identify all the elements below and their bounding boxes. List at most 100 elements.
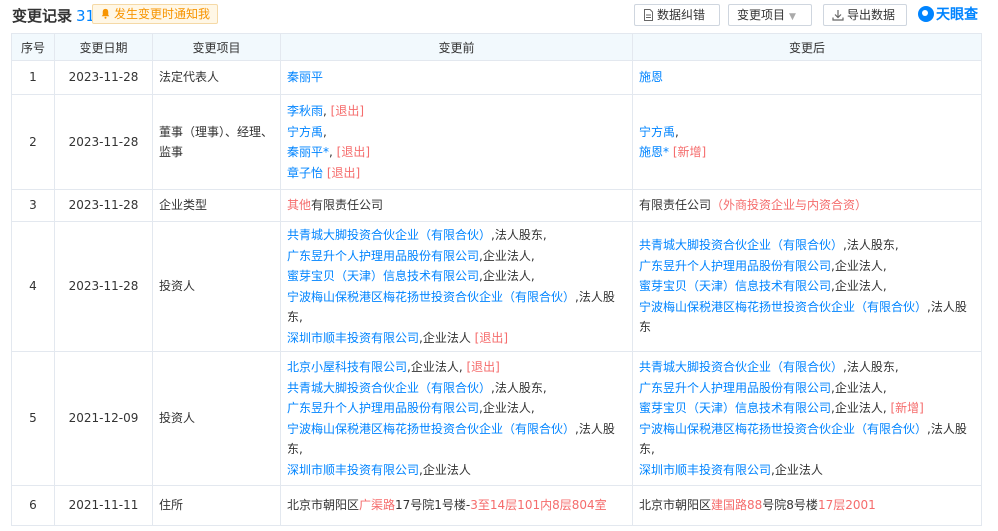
change-text: ,企业法人 <box>419 462 471 477</box>
entity-link[interactable]: 施恩 <box>639 70 663 84</box>
cell-after: 北京市朝阳区建国路88号院8号楼17层2001 <box>632 485 982 526</box>
status-tag: [退出] <box>326 165 361 180</box>
entity-link[interactable]: 共青城大脚投资合伙企业（有限合伙） <box>639 360 843 374</box>
entity-link[interactable]: 蜜芽宝贝（天津）信息技术有限公司 <box>639 401 831 415</box>
entity-link[interactable]: 蜜芽宝贝（天津）信息技术有限公司 <box>639 279 831 293</box>
entity-link[interactable]: 施恩* <box>639 145 669 159</box>
export-data-label: 导出数据 <box>847 8 896 22</box>
change-items-dropdown[interactable]: 变更项目 ▼ <box>728 4 812 26</box>
change-line: 宁方禹, <box>639 122 975 143</box>
change-text: , <box>329 145 337 159</box>
status-tag: [退出] <box>466 360 500 374</box>
entity-link[interactable]: 深圳市顺丰投资有限公司 <box>287 463 419 477</box>
change-line: 李秋雨, [退出] <box>287 101 626 122</box>
logo-text: 天眼查 <box>936 7 978 23</box>
cell-after: 宁方禹, 施恩* [新增] <box>632 94 982 190</box>
status-tag: [新增] <box>672 145 707 159</box>
change-line: 宁方禹, <box>287 122 626 143</box>
change-text: , <box>323 124 327 139</box>
table-body: 1 2023-11-28 法定代表人 秦丽平 施恩 2 2023-11-28 董事（理事）、经… <box>11 60 982 526</box>
change-text: 号院8号楼 <box>762 498 818 513</box>
table-header-row: 序号 变更日期 变更项目 变更前 变更后 <box>11 33 982 61</box>
data-correction-button[interactable]: 数据纠错 <box>634 4 720 26</box>
table-row: 3 2023-11-28 企业类型 其他有限责任公司 有限责任公司（外商投资企业与内资合… <box>11 189 982 222</box>
entity-link[interactable]: 秦丽平 <box>287 70 323 84</box>
cell-no: 3 <box>11 189 55 222</box>
change-text: ,法人股东, <box>843 360 899 374</box>
entity-link[interactable]: 广东昱升个人护理用品股份有限公司 <box>639 259 831 273</box>
cell-no: 2 <box>11 94 55 190</box>
entity-link[interactable]: 李秋雨 <box>287 104 323 118</box>
entity-link[interactable]: 共青城大脚投资合伙企业（有限合伙） <box>287 228 491 242</box>
change-line: 共青城大脚投资合伙企业（有限合伙）,法人股东, <box>639 357 975 378</box>
entity-link[interactable]: 广东昱升个人护理用品股份有限公司 <box>639 381 831 395</box>
entity-link[interactable]: 共青城大脚投资合伙企业（有限合伙） <box>287 381 491 395</box>
change-line: 北京小屋科技有限公司,企业法人, [退出] <box>287 357 626 378</box>
status-tag: [退出] <box>330 104 365 118</box>
change-text: 17号院1号楼- <box>395 498 471 513</box>
entity-link[interactable]: 宁波梅山保税港区梅花扬世投资合伙企业（有限合伙） <box>639 422 927 436</box>
change-line: 广东昱升个人护理用品股份有限公司,企业法人, <box>639 256 975 277</box>
document-icon <box>644 9 653 21</box>
cell-before: 李秋雨, [退出] 宁方禹, 秦丽平*, [退出] 章子怡 [退出] <box>280 94 633 190</box>
entity-link[interactable]: 宁波梅山保税港区梅花扬世投资合伙企业（有限合伙） <box>287 290 575 304</box>
entity-link[interactable]: 蜜芽宝贝（天津）信息技术有限公司 <box>287 269 479 283</box>
download-icon <box>832 10 844 21</box>
change-line: 深圳市顺丰投资有限公司,企业法人 <box>639 460 975 481</box>
change-records-table: 序号 变更日期 变更项目 变更前 变更后 1 2023-11-28 法定代表人 秦丽平… <box>11 33 982 526</box>
status-tag: [退出] <box>336 145 371 159</box>
col-header-after: 变更后 <box>632 33 982 61</box>
cell-after: 施恩 <box>632 60 982 95</box>
caret-down-icon: ▼ <box>789 12 796 22</box>
change-text: ,企业法人, <box>831 380 887 395</box>
entity-link[interactable]: 广东昱升个人护理用品股份有限公司 <box>287 401 479 415</box>
change-line: 有限责任公司（外商投资企业与内资合资） <box>639 195 975 216</box>
entity-link[interactable]: 宁方禹 <box>639 125 675 139</box>
entity-link[interactable]: 深圳市顺丰投资有限公司 <box>639 463 771 477</box>
change-text: 北京市朝阳区 <box>639 498 712 513</box>
change-line: 蜜芽宝贝（天津）信息技术有限公司,企业法人, <box>639 276 975 297</box>
tianyancha-logo: 天眼查 <box>918 4 978 26</box>
entity-link[interactable]: 宁波梅山保税港区梅花扬世投资合伙企业（有限合伙） <box>639 300 927 314</box>
cell-before: 其他有限责任公司 <box>280 189 633 222</box>
change-text: ,法人股东, <box>843 238 899 253</box>
change-text: ,法人股东, <box>491 380 547 395</box>
change-line: 宁波梅山保税港区梅花扬世投资合伙企业（有限合伙）,法人股东 <box>639 297 975 338</box>
change-text: ,企业法人, <box>479 248 535 263</box>
cell-no: 1 <box>11 60 55 95</box>
change-line: 蜜芽宝贝（天津）信息技术有限公司,企业法人, [新增] <box>639 398 975 419</box>
table-row: 6 2021-11-11 住所 北京市朝阳区广渠路17号院1号楼-3至14层101内8… <box>11 485 982 526</box>
change-line: 施恩* [新增] <box>639 142 975 163</box>
change-line: 共青城大脚投资合伙企业（有限合伙）,法人股东, <box>287 378 626 399</box>
cell-no: 4 <box>11 221 55 352</box>
entity-link[interactable]: 宁波梅山保税港区梅花扬世投资合伙企业（有限合伙） <box>287 422 575 436</box>
change-text: （外商投资企业与内资合资） <box>711 198 868 213</box>
export-data-button[interactable]: 导出数据 <box>823 4 907 26</box>
cell-after: 共青城大脚投资合伙企业（有限合伙）,法人股东, 广东昱升个人护理用品股份有限公司,… <box>632 351 982 486</box>
notify-label: 发生变更时通知我 <box>114 7 211 21</box>
cell-date: 2023-11-28 <box>54 189 153 222</box>
entity-link[interactable]: 章子怡 <box>287 166 323 180</box>
section-title: 变更记录 31 <box>12 5 95 26</box>
change-line: 宁波梅山保税港区梅花扬世投资合伙企业（有限合伙）,法人股东, <box>639 419 975 460</box>
col-header-no: 序号 <box>11 33 55 61</box>
cell-item: 投资人 <box>152 351 281 486</box>
change-text: ,企业法人 <box>771 462 823 477</box>
entity-link[interactable]: 秦丽平* <box>287 145 329 159</box>
tianyancha-logo-icon <box>918 6 934 22</box>
entity-link[interactable]: 广东昱升个人护理用品股份有限公司 <box>287 249 479 263</box>
change-line: 章子怡 [退出] <box>287 163 626 184</box>
change-text: , <box>323 104 331 118</box>
bell-icon <box>101 8 110 19</box>
cell-before: 共青城大脚投资合伙企业（有限合伙）,法人股东, 广东昱升个人护理用品股份有限公司,… <box>280 221 633 352</box>
entity-link[interactable]: 宁方禹 <box>287 125 323 139</box>
cell-after: 共青城大脚投资合伙企业（有限合伙）,法人股东, 广东昱升个人护理用品股份有限公司,… <box>632 221 982 352</box>
entity-link[interactable]: 深圳市顺丰投资有限公司 <box>287 331 419 345</box>
entity-link[interactable]: 共青城大脚投资合伙企业（有限合伙） <box>639 238 843 252</box>
cell-date: 2023-11-28 <box>54 94 153 190</box>
change-line: 秦丽平*, [退出] <box>287 142 626 163</box>
entity-link[interactable]: 北京小屋科技有限公司 <box>287 360 407 374</box>
cell-before: 秦丽平 <box>280 60 633 95</box>
notify-button[interactable]: 发生变更时通知我 <box>92 4 219 24</box>
table-row: 1 2023-11-28 法定代表人 秦丽平 施恩 <box>11 60 982 95</box>
